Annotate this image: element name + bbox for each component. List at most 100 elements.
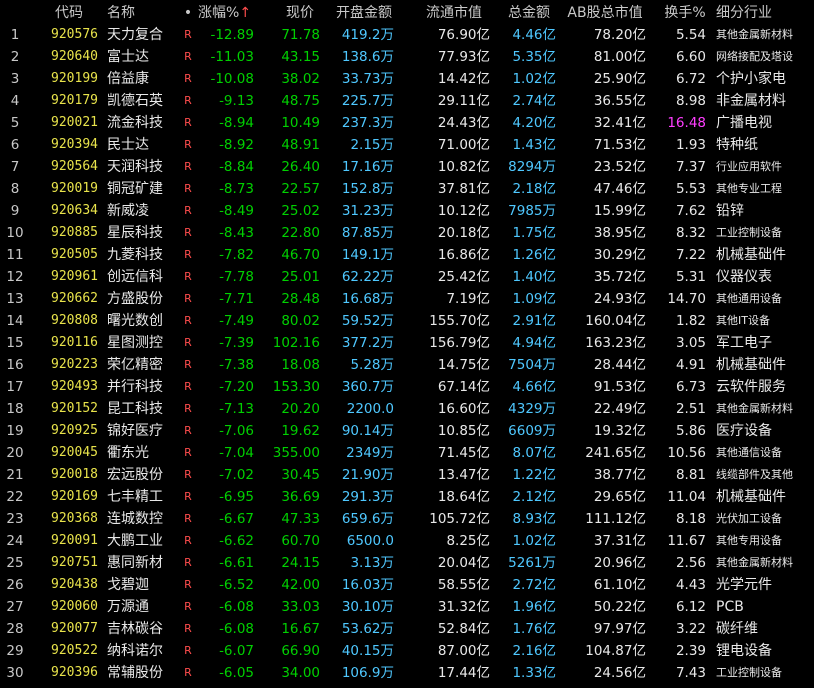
header-total-amount[interactable]: 总金额 xyxy=(500,0,558,26)
industry: 光伏加工设备 xyxy=(716,512,782,525)
table-row[interactable]: 16 920223 荣亿精密 R -7.38 18.08 5.28万 14.75亿 7504万 2… xyxy=(0,354,814,376)
rzrq-flag-badge: R xyxy=(184,358,192,371)
change-pct: -8.73 xyxy=(219,181,254,197)
ab-total-market-value: 91.53亿 xyxy=(593,379,646,395)
header-turnover[interactable]: 换手% xyxy=(660,0,710,26)
stock-code: 920885 xyxy=(51,225,98,240)
turnover-rate: 16.48 xyxy=(667,115,706,131)
table-row[interactable]: 3 920199 倍益康 R -10.08 38.02 33.73万 14.42亿 1.02亿 2… xyxy=(0,68,814,90)
rzrq-flag-badge: R xyxy=(184,380,192,393)
turnover-rate: 11.67 xyxy=(667,533,706,549)
stock-name: 曙光数创 xyxy=(107,313,163,329)
change-pct: -7.06 xyxy=(219,423,254,439)
table-row[interactable]: 2 920640 富士达 R -11.03 43.15 138.6万 77.93亿 5.35亿 8… xyxy=(0,46,814,68)
row-index: 2 xyxy=(10,49,20,65)
stock-code: 920223 xyxy=(51,357,98,372)
stock-name: 常辅股份 xyxy=(107,665,163,681)
table-row[interactable]: 18 920152 昆工科技 R -7.13 20.20 2200.0 16.60亿 4329万… xyxy=(0,398,814,420)
table-row[interactable]: 30 920396 常辅股份 R -6.05 34.00 106.9万 17.44亿 1.33亿… xyxy=(0,662,814,684)
table-row[interactable]: 9 920634 新威凌 R -8.49 25.02 31.23万 10.12亿 7985万 15… xyxy=(0,200,814,222)
table-row[interactable]: 13 920662 方盛股份 R -7.71 28.48 16.68万 7.19亿 1.09亿 2… xyxy=(0,288,814,310)
table-row[interactable]: 10 920885 星辰科技 R -8.43 22.80 87.85万 20.18亿 1.75亿… xyxy=(0,222,814,244)
industry: 广播电视 xyxy=(716,115,772,131)
change-pct: -7.39 xyxy=(219,335,254,351)
rzrq-flag-badge: R xyxy=(184,314,192,327)
industry: 光学元件 xyxy=(716,577,772,593)
current-price: 24.15 xyxy=(281,555,320,571)
table-row[interactable]: 21 920018 宏远股份 R -7.02 30.45 21.90万 13.47亿 1.22亿… xyxy=(0,464,814,486)
row-index: 29 xyxy=(6,643,24,659)
header-open-amount[interactable]: 开盘金额 xyxy=(328,0,400,26)
total-amount: 1.09亿 xyxy=(512,291,556,307)
header-change-pct[interactable]: 涨幅%↑ xyxy=(198,0,256,26)
header-code[interactable]: 代码 xyxy=(40,0,98,26)
header-industry[interactable]: 细分行业 xyxy=(716,0,814,26)
current-price: 25.01 xyxy=(281,269,320,285)
table-row[interactable]: 14 920808 曙光数创 R -7.49 80.02 59.52万 155.70亿 2.91… xyxy=(0,310,814,332)
ab-total-market-value: 81.00亿 xyxy=(593,49,646,65)
header-name[interactable]: 名称 xyxy=(107,0,177,26)
table-row[interactable]: 25 920751 惠同新材 R -6.61 24.15 3.13万 20.04亿 5261万 2… xyxy=(0,552,814,574)
current-price: 20.20 xyxy=(281,401,320,417)
turnover-rate: 8.98 xyxy=(675,93,706,109)
table-row[interactable]: 26 920438 戈碧迦 R -6.52 42.00 16.03万 58.55亿 2.72亿 6… xyxy=(0,574,814,596)
row-index: 4 xyxy=(10,93,20,109)
rzrq-flag-badge: R xyxy=(184,138,192,151)
rzrq-flag-badge: R xyxy=(184,490,192,503)
table-row[interactable]: 12 920961 创远信科 R -7.78 25.01 62.22万 25.42亿 1.40亿… xyxy=(0,266,814,288)
ab-total-market-value: 24.56亿 xyxy=(593,665,646,681)
industry: 云软件服务 xyxy=(716,379,786,395)
stock-name: 方盛股份 xyxy=(107,291,163,307)
total-amount: 1.26亿 xyxy=(512,247,556,263)
table-row[interactable]: 17 920493 并行科技 R -7.20 153.30 360.7万 67.14亿 4.66… xyxy=(0,376,814,398)
float-market-value: 156.79亿 xyxy=(429,335,490,351)
header-ab-total-mv[interactable]: AB股总市值 xyxy=(562,0,648,26)
table-row[interactable]: 8 920019 铜冠矿建 R -8.73 22.57 152.8万 37.81亿 2.18亿 4… xyxy=(0,178,814,200)
row-index: 13 xyxy=(6,291,24,307)
change-pct: -11.03 xyxy=(210,49,254,65)
header-float-mv[interactable]: 流通市值 xyxy=(418,0,490,26)
open-amount: 659.6万 xyxy=(341,511,394,527)
stock-code: 920179 xyxy=(51,93,98,108)
row-index: 5 xyxy=(10,115,20,131)
open-amount: 149.1万 xyxy=(341,247,394,263)
table-row[interactable]: 22 920169 七丰精工 R -6.95 36.69 291.3万 18.64亿 2.12亿… xyxy=(0,486,814,508)
ab-total-market-value: 29.65亿 xyxy=(593,489,646,505)
table-row[interactable]: 27 920060 万源通 R -6.08 33.03 30.10万 31.32亿 1.96亿 5… xyxy=(0,596,814,618)
table-row[interactable]: 4 920179 凯德石英 R -9.13 48.75 225.7万 29.11亿 2.74亿 3… xyxy=(0,90,814,112)
table-row[interactable]: 11 920505 九菱科技 R -7.82 46.70 149.1万 16.86亿 1.26亿… xyxy=(0,244,814,266)
table-row[interactable]: 6 920394 民士达 R -8.92 48.91 2.15万 71.00亿 1.43亿 71.… xyxy=(0,134,814,156)
row-index: 8 xyxy=(10,181,20,197)
turnover-rate: 14.70 xyxy=(667,291,706,307)
stock-code: 920394 xyxy=(51,137,98,152)
industry: 机械基础件 xyxy=(716,247,786,263)
row-index: 9 xyxy=(10,203,20,219)
table-row[interactable]: 5 920021 流金科技 R -8.94 10.49 237.3万 24.43亿 4.20亿 3… xyxy=(0,112,814,134)
header-price[interactable]: 现价 xyxy=(272,0,328,26)
table-row[interactable]: 24 920091 大鹏工业 R -6.62 60.70 6500.0 8.25亿 1.02亿 3… xyxy=(0,530,814,552)
row-index: 14 xyxy=(6,313,24,329)
table-row[interactable]: 23 920368 连城数控 R -6.67 47.33 659.6万 105.72亿 8.93… xyxy=(0,508,814,530)
stock-quote-table: 代码 名称 • 涨幅%↑ 现价 开盘金额 流通市值 总金额 AB股总市值 换手%… xyxy=(0,0,814,688)
total-amount: 1.33亿 xyxy=(512,665,556,681)
industry: 其他IT设备 xyxy=(716,314,770,327)
table-row[interactable]: 20 920045 衢东光 R -7.04 355.00 2349万 71.45亿 8.07亿 2… xyxy=(0,442,814,464)
table-row[interactable]: 28 920077 吉林碳谷 R -6.08 16.67 53.62万 52.84亿 1.76亿… xyxy=(0,618,814,640)
table-row[interactable]: 29 920522 纳科诺尔 R -6.07 66.90 40.15万 87.00亿 2.16亿… xyxy=(0,640,814,662)
stock-name: 宏远股份 xyxy=(107,467,163,483)
change-pct: -8.92 xyxy=(219,137,254,153)
row-index: 30 xyxy=(6,665,24,681)
table-row[interactable]: 19 920925 锦好医疗 R -7.06 19.62 90.14万 10.85亿 6609万… xyxy=(0,420,814,442)
table-row[interactable]: 15 920116 星图测控 R -7.39 102.16 377.2万 156.79亿 4.9… xyxy=(0,332,814,354)
ab-total-market-value: 32.41亿 xyxy=(593,115,646,131)
table-row[interactable]: 1 920576 天力复合 R -12.89 71.78 419.2万 76.90亿 4.46亿… xyxy=(0,24,814,46)
current-price: 36.69 xyxy=(281,489,320,505)
float-market-value: 20.18亿 xyxy=(437,225,490,241)
total-amount: 2.12亿 xyxy=(512,489,556,505)
table-row[interactable]: 7 920564 天润科技 R -8.84 26.40 17.16万 10.82亿 8294万 2… xyxy=(0,156,814,178)
row-index: 6 xyxy=(10,137,20,153)
stock-code: 920045 xyxy=(51,445,98,460)
float-market-value: 77.93亿 xyxy=(437,49,490,65)
stock-code: 920019 xyxy=(51,181,98,196)
rzrq-flag-badge: R xyxy=(184,248,192,261)
